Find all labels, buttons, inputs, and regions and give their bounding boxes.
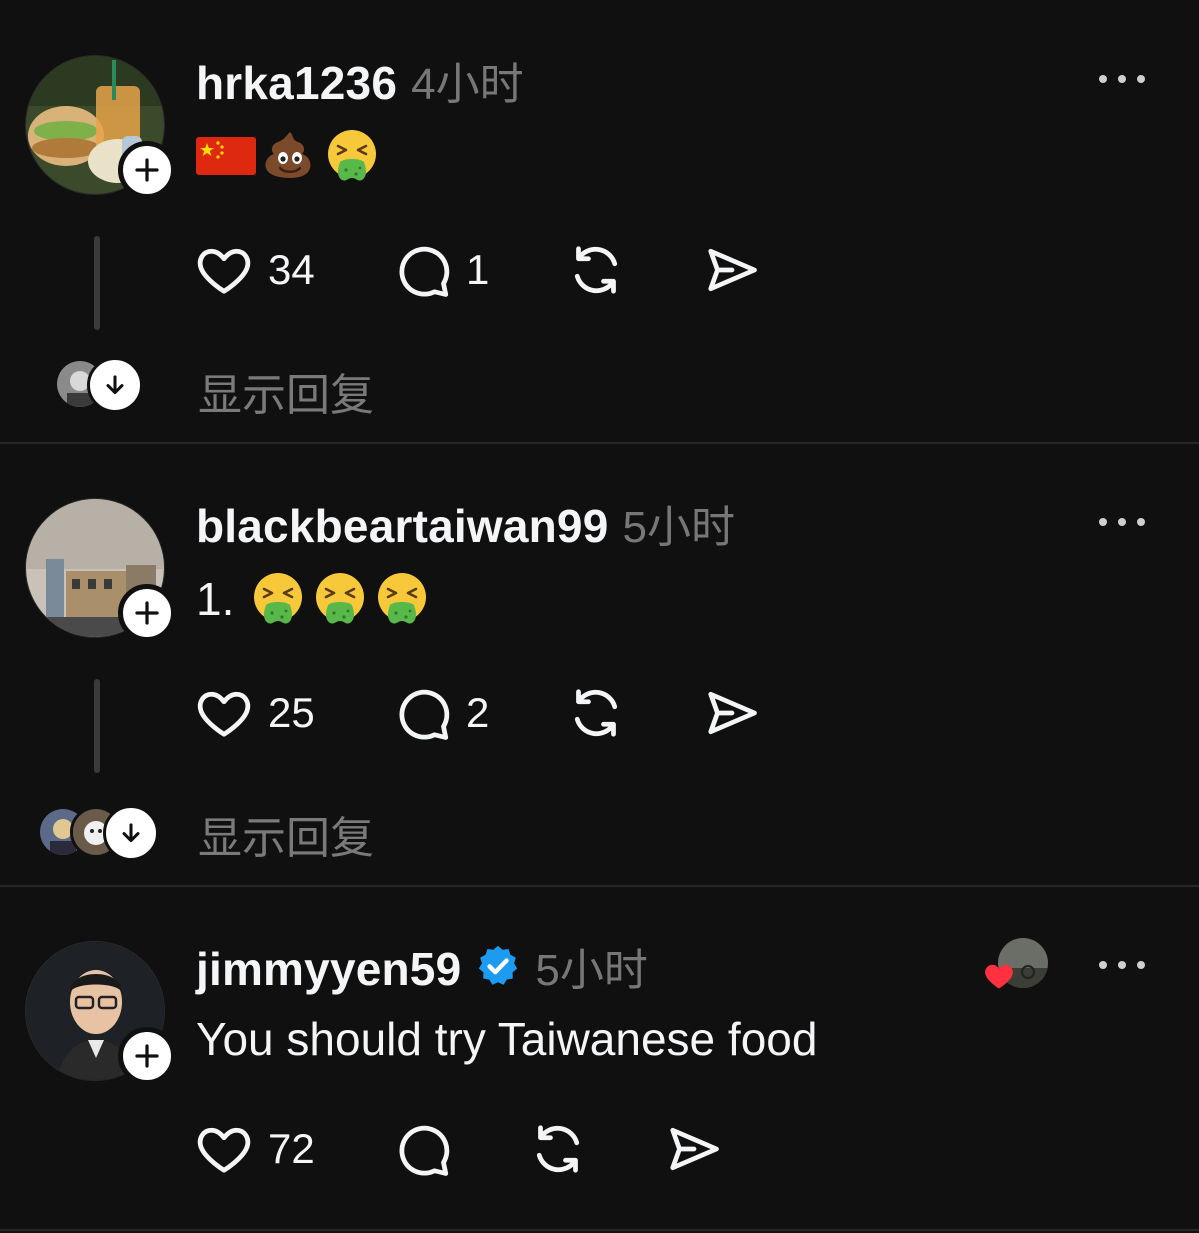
comment-icon (392, 240, 452, 300)
plus-icon (132, 598, 162, 628)
china-flag-emoji (196, 135, 256, 177)
share-icon (664, 1119, 724, 1179)
thread-post-3: jimmyyen59 5小时 You should try Taiwanese … (0, 886, 1199, 1233)
post-text: 1. (196, 573, 235, 625)
arrow-down-icon (117, 819, 145, 847)
repost-button[interactable] (566, 683, 626, 743)
timestamp: 4小时 (411, 60, 524, 109)
like-count: 72 (268, 1125, 315, 1172)
comment-icon (392, 683, 452, 743)
username[interactable]: blackbeartaiwan99 (196, 499, 609, 553)
thread-line (94, 679, 100, 773)
plus-icon (132, 155, 162, 185)
more-icon[interactable] (1098, 960, 1146, 970)
vomiting-face-emoji (374, 571, 430, 627)
comment-icon (392, 1119, 452, 1179)
post-header: jimmyyen59 5小时 (196, 934, 648, 998)
comment-button[interactable]: 1 (392, 240, 489, 300)
share-button[interactable] (702, 683, 762, 743)
heart-icon (194, 1119, 254, 1179)
thread-post-1: hrka1236 4小时 34 1 显示回复 (0, 0, 1199, 444)
arrow-down-icon (101, 371, 129, 399)
plus-icon (132, 1041, 162, 1071)
post-header: blackbeartaiwan99 5小时 (196, 491, 735, 555)
vomiting-face-emoji (312, 571, 368, 627)
show-replies-row[interactable]: 显示回复 (0, 355, 600, 420)
share-button[interactable] (702, 240, 762, 300)
like-button[interactable]: 34 (194, 240, 315, 300)
repost-icon (528, 1119, 588, 1179)
heart-filled-icon (985, 964, 1013, 989)
comment-button[interactable] (392, 1119, 452, 1179)
username[interactable]: hrka1236 (196, 56, 397, 110)
like-count: 34 (268, 246, 315, 293)
verified-badge-icon (479, 945, 518, 985)
repost-icon (566, 683, 626, 743)
comment-count: 1 (466, 246, 490, 293)
vomiting-face-emoji (324, 128, 380, 184)
show-replies-link[interactable]: 显示回复 (198, 802, 374, 866)
comment-count: 2 (466, 689, 490, 736)
follow-button[interactable] (118, 141, 176, 199)
vomiting-face-emoji (250, 571, 306, 627)
username[interactable]: jimmyyen59 (196, 942, 461, 996)
post-text: You should try Taiwanese food (196, 1013, 818, 1065)
expand-replies-button[interactable] (87, 357, 143, 413)
like-count: 25 (268, 689, 315, 736)
share-button[interactable] (664, 1119, 724, 1179)
post-content (196, 128, 380, 184)
post-header: hrka1236 4小时 (196, 48, 524, 112)
like-button[interactable]: 25 (194, 683, 315, 743)
share-icon (702, 240, 762, 300)
post-content: You should try Taiwanese food (196, 1012, 817, 1066)
follow-button[interactable] (118, 1027, 176, 1085)
avatar-container[interactable] (25, 498, 176, 642)
timestamp: 5小时 (535, 946, 648, 995)
avatar-container[interactable] (25, 941, 176, 1085)
show-replies-link[interactable]: 显示回复 (198, 359, 374, 423)
timestamp: 5小时 (622, 503, 735, 552)
share-icon (702, 683, 762, 743)
repost-button[interactable] (528, 1119, 588, 1179)
avatar-container[interactable] (25, 55, 176, 199)
expand-replies-button[interactable] (103, 805, 159, 861)
repost-button[interactable] (566, 240, 626, 300)
pile-of-poo-emoji (262, 128, 318, 184)
post-content: 1. (196, 571, 430, 627)
heart-icon (194, 683, 254, 743)
follow-button[interactable] (118, 584, 176, 642)
more-icon[interactable] (1098, 517, 1146, 527)
show-replies-row[interactable]: 显示回复 (0, 798, 600, 863)
repost-icon (566, 240, 626, 300)
heart-icon (194, 240, 254, 300)
thread-line (94, 236, 100, 330)
more-icon[interactable] (1098, 74, 1146, 84)
comment-button[interactable]: 2 (392, 683, 489, 743)
like-button[interactable]: 72 (194, 1119, 315, 1179)
thread-post-2: blackbeartaiwan99 5小时 1. 25 2 显示回复 (0, 443, 1199, 887)
divider (0, 1229, 1199, 1231)
author-liked-indicator (984, 938, 1054, 998)
